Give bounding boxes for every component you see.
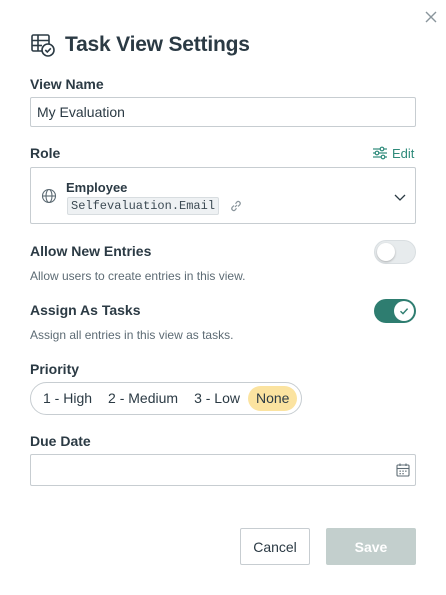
dialog-title: Task View Settings [65, 33, 250, 56]
assign-as-tasks-label: Assign As Tasks [30, 302, 141, 318]
due-date-input[interactable] [30, 454, 416, 486]
allow-new-entries-description: Allow users to create entries in this vi… [30, 269, 246, 283]
due-date-label: Due Date [30, 433, 91, 449]
role-edit-button[interactable]: Edit [372, 145, 414, 161]
role-name: Employee [66, 180, 128, 195]
link-icon[interactable] [229, 199, 243, 213]
role-expression: Selfevaluation.Email [67, 197, 220, 215]
allow-new-entries-label: Allow New Entries [30, 243, 152, 259]
cancel-button[interactable]: Cancel [240, 528, 310, 565]
view-name-label: View Name [30, 76, 104, 92]
table-check-icon [31, 34, 55, 57]
dialog-header: Task View Settings [30, 32, 250, 58]
assign-as-tasks-description: Assign all entries in this view as tasks… [30, 328, 234, 342]
toggle-knob [377, 243, 395, 261]
priority-segmented-control: 1 - High 2 - Medium 3 - Low None [30, 382, 303, 415]
priority-option-medium[interactable]: 2 - Medium [100, 386, 186, 411]
globe-icon [41, 188, 57, 204]
chevron-down-icon [394, 194, 406, 201]
priority-label: Priority [30, 361, 80, 377]
check-icon [400, 308, 409, 315]
priority-option-high[interactable]: 1 - High [35, 386, 100, 411]
role-select[interactable]: Employee Selfevaluation.Email [30, 167, 416, 224]
save-button[interactable]: Save [326, 528, 416, 565]
sliders-icon [373, 146, 387, 160]
priority-option-low[interactable]: 3 - Low [186, 386, 248, 411]
role-label: Role [30, 145, 61, 161]
toggle-knob [394, 301, 414, 321]
view-name-input[interactable] [30, 97, 416, 127]
priority-option-none[interactable]: None [247, 386, 298, 411]
calendar-icon[interactable] [395, 462, 411, 478]
assign-as-tasks-toggle[interactable] [374, 299, 416, 323]
close-icon[interactable] [423, 9, 439, 25]
role-edit-label: Edit [392, 145, 415, 161]
allow-new-entries-toggle[interactable] [374, 240, 416, 264]
